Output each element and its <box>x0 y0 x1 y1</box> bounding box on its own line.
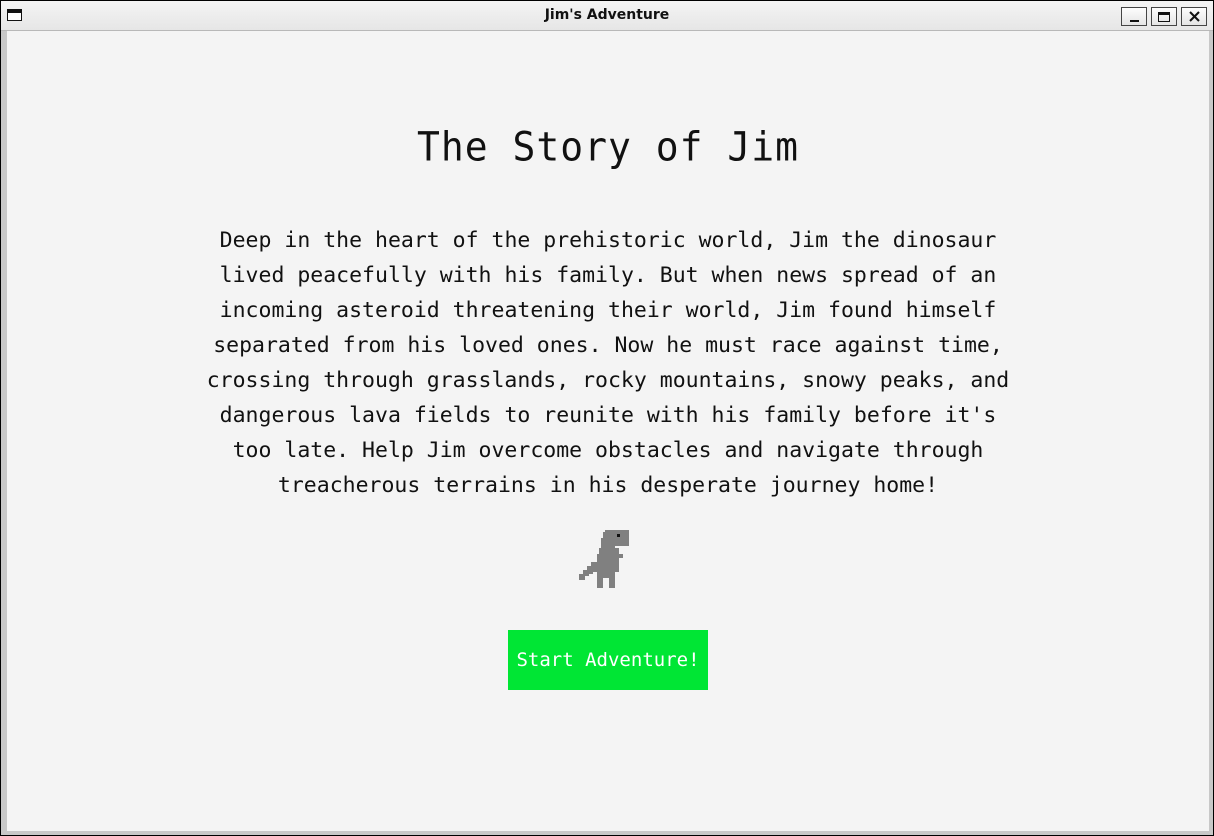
title-bar[interactable]: Jim's Adventure <box>1 1 1213 31</box>
close-icon <box>1188 11 1200 22</box>
maximize-icon <box>1158 11 1170 22</box>
maximize-button[interactable] <box>1151 7 1177 26</box>
minimize-icon <box>1129 20 1139 22</box>
game-screen: The Story of Jim Deep in the heart of th… <box>7 31 1209 831</box>
pixel-dinosaur-icon <box>579 530 629 588</box>
start-adventure-button[interactable]: Start Adventure! <box>508 630 708 690</box>
minimize-button[interactable] <box>1121 7 1147 26</box>
window-title: Jim's Adventure <box>544 7 670 23</box>
close-button[interactable] <box>1181 7 1207 26</box>
app-window: Jim's Adventure The Story of Jim Deep in… <box>0 0 1214 836</box>
story-paragraph: Deep in the heart of the prehistoric wor… <box>206 228 1010 498</box>
page-title: The Story of Jim <box>416 123 800 171</box>
